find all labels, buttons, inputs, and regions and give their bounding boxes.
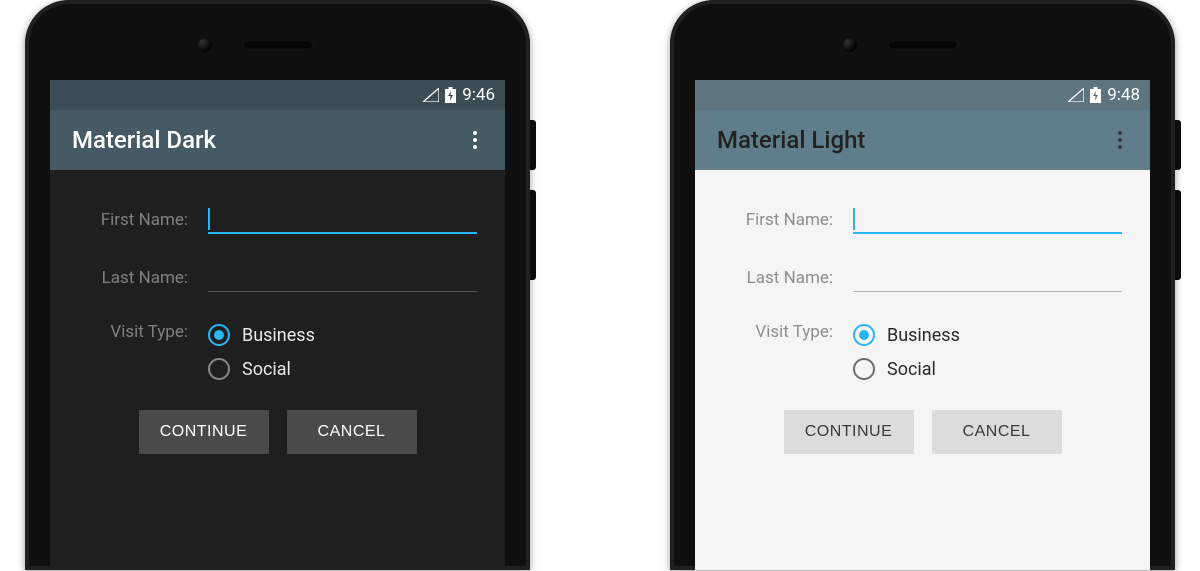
radio-checked-icon (853, 324, 875, 346)
first-name-label: First Name: (723, 210, 853, 230)
radio-business[interactable]: Business (208, 324, 477, 346)
app-bar: Material Dark (50, 110, 505, 170)
visit-type-radio-group: Business Social (208, 322, 477, 380)
text-cursor (853, 208, 855, 230)
signal-icon (423, 88, 439, 102)
last-name-row: Last Name: (78, 264, 477, 292)
visit-type-label: Visit Type: (78, 322, 208, 342)
battery-charging-icon (1090, 87, 1101, 103)
device-speaker (242, 40, 314, 50)
device-side-button (530, 190, 536, 280)
visit-type-row: Visit Type: Business Social (78, 322, 477, 380)
overflow-menu-icon[interactable] (463, 128, 487, 152)
button-row: CONTINUE CANCEL (723, 410, 1122, 454)
screen-dark: 9:46 Material Dark First Name: Last Name… (50, 80, 505, 570)
radio-social-label: Social (887, 359, 936, 380)
last-name-row: Last Name: (723, 264, 1122, 292)
form-content: First Name: Last Name: Visit Type: Busin… (50, 170, 505, 570)
overflow-menu-icon[interactable] (1108, 128, 1132, 152)
device-side-button (1175, 190, 1181, 280)
first-name-label: First Name: (78, 210, 208, 230)
form-content: First Name: Last Name: Visit Type: Busin… (695, 170, 1150, 570)
status-bar: 9:46 (50, 80, 505, 110)
cancel-button[interactable]: CANCEL (932, 410, 1062, 454)
device-frame-light: 9:48 Material Light First Name: Last Nam… (670, 0, 1175, 570)
device-camera (843, 38, 857, 52)
radio-business-label: Business (242, 325, 315, 346)
last-name-input[interactable] (208, 264, 477, 292)
visit-type-label: Visit Type: (723, 322, 853, 342)
visit-type-row: Visit Type: Business Social (723, 322, 1122, 380)
radio-business[interactable]: Business (853, 324, 1122, 346)
status-time: 9:46 (462, 85, 495, 105)
radio-business-label: Business (887, 325, 960, 346)
radio-unchecked-icon (853, 358, 875, 380)
first-name-input[interactable] (853, 206, 1122, 234)
radio-social-label: Social (242, 359, 291, 380)
first-name-row: First Name: (78, 206, 477, 234)
device-side-button (1175, 120, 1181, 170)
radio-unchecked-icon (208, 358, 230, 380)
app-title: Material Light (717, 126, 865, 154)
last-name-label: Last Name: (78, 268, 208, 288)
first-name-input[interactable] (208, 206, 477, 234)
device-speaker (887, 40, 959, 50)
text-cursor (208, 208, 210, 230)
device-camera (198, 38, 212, 52)
signal-icon (1068, 88, 1084, 102)
battery-charging-icon (445, 87, 456, 103)
status-time: 9:48 (1107, 85, 1140, 105)
app-title: Material Dark (72, 126, 216, 154)
radio-social[interactable]: Social (208, 358, 477, 380)
radio-social[interactable]: Social (853, 358, 1122, 380)
radio-checked-icon (208, 324, 230, 346)
status-bar: 9:48 (695, 80, 1150, 110)
last-name-label: Last Name: (723, 268, 853, 288)
device-frame-dark: 9:46 Material Dark First Name: Last Name… (25, 0, 530, 570)
visit-type-radio-group: Business Social (853, 322, 1122, 380)
cancel-button[interactable]: CANCEL (287, 410, 417, 454)
button-row: CONTINUE CANCEL (78, 410, 477, 454)
app-bar: Material Light (695, 110, 1150, 170)
first-name-row: First Name: (723, 206, 1122, 234)
continue-button[interactable]: CONTINUE (139, 410, 269, 454)
last-name-input[interactable] (853, 264, 1122, 292)
screen-light: 9:48 Material Light First Name: Last Nam… (695, 80, 1150, 570)
device-side-button (530, 120, 536, 170)
continue-button[interactable]: CONTINUE (784, 410, 914, 454)
